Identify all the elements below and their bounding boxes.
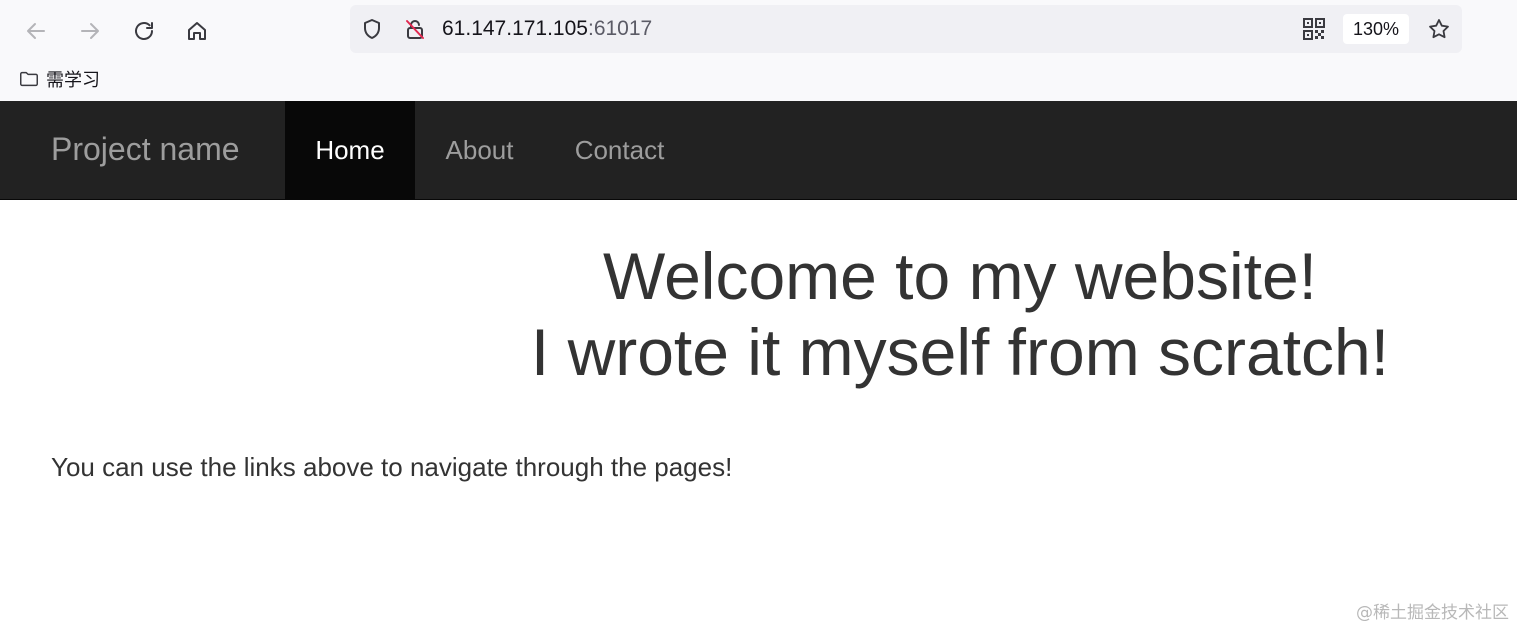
back-icon bbox=[27, 23, 45, 39]
home-icon bbox=[188, 22, 206, 40]
bookmark-star-icon[interactable] bbox=[1427, 17, 1451, 41]
url-text[interactable]: 61.147.171.105:61017 bbox=[442, 17, 652, 41]
forward-button[interactable] bbox=[72, 13, 108, 49]
shield-icon[interactable] bbox=[360, 17, 384, 41]
url-bar[interactable]: 61.147.171.105:61017 130% bbox=[350, 5, 1462, 53]
folder-icon bbox=[20, 71, 38, 87]
back-button[interactable] bbox=[18, 13, 54, 49]
url-host: 61.147.171.105 bbox=[442, 17, 588, 40]
url-port: :61017 bbox=[587, 17, 653, 40]
hero-line-2: I wrote it myself from scratch! bbox=[530, 315, 1390, 389]
hero-heading: Welcome to my website! I wrote it myself… bbox=[400, 238, 1517, 390]
home-button[interactable] bbox=[179, 13, 215, 49]
lead-paragraph: You can use the links above to navigate … bbox=[51, 452, 733, 482]
nav-item-home[interactable]: Home bbox=[285, 101, 415, 199]
site-navbar: Project name Home About Contact bbox=[0, 101, 1517, 200]
qr-code-icon[interactable] bbox=[1302, 17, 1326, 41]
watermark: @稀土掘金技术社区 bbox=[1356, 603, 1509, 623]
browser-toolbar: 61.147.171.105:61017 130% 需学习 bbox=[0, 0, 1517, 101]
hero-line-1: Welcome to my website! bbox=[602, 239, 1317, 313]
zoom-level-button[interactable]: 130% bbox=[1343, 14, 1409, 44]
bookmark-folder[interactable]: 需学习 bbox=[18, 66, 100, 92]
reload-icon bbox=[135, 22, 153, 40]
nav-item-contact[interactable]: Contact bbox=[544, 101, 695, 199]
bookmark-folder-label: 需学习 bbox=[46, 70, 100, 91]
forward-icon bbox=[81, 23, 99, 39]
nav-item-about[interactable]: About bbox=[415, 101, 544, 199]
insecure-lock-icon[interactable] bbox=[403, 17, 427, 41]
reload-button[interactable] bbox=[126, 13, 162, 49]
navbar-brand[interactable]: Project name bbox=[51, 131, 240, 168]
